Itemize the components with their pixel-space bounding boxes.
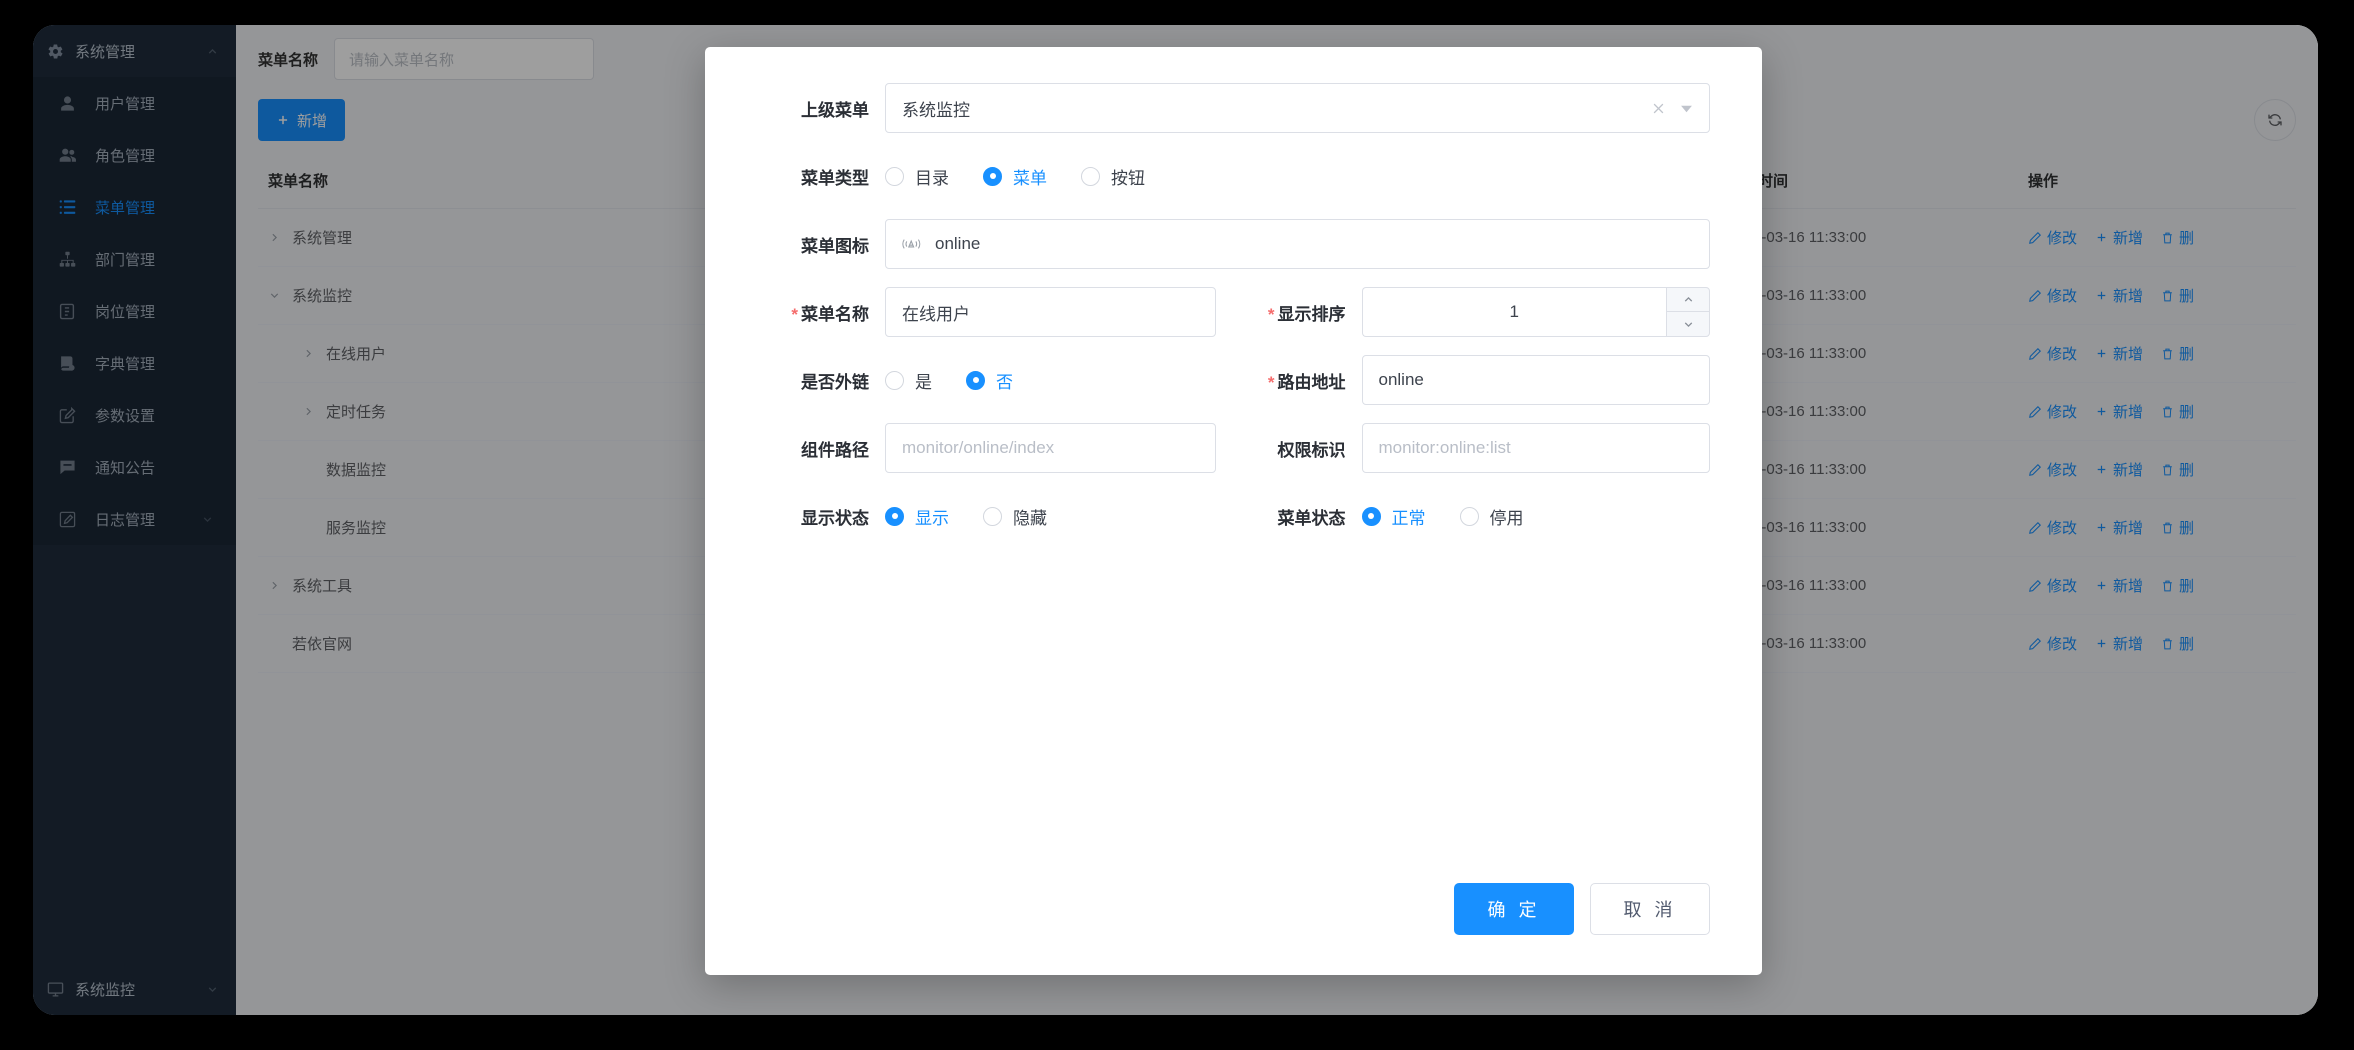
menu-icon-value: online — [935, 234, 981, 253]
component-path-label: 组件路径 — [801, 440, 869, 460]
row-component-perm: 组件路径 monitor/online/index 权限标识 monitor:o… — [757, 423, 1710, 473]
display-status-label: 显示状态 — [801, 508, 869, 528]
radio-dot — [885, 166, 904, 186]
radio-dot — [983, 166, 1002, 186]
menu-edit-dialog: 上级菜单 系统监控 菜单类型 目录 菜单 按钮 菜单图标 online * 菜单… — [705, 47, 1762, 975]
required-marker: * — [1267, 372, 1275, 392]
menu-type-option-button[interactable]: 按钮 — [1081, 164, 1145, 189]
menu-type-radio-group: 目录 菜单 按钮 — [885, 151, 1710, 201]
stepper-increase-button[interactable] — [1667, 288, 1709, 312]
field-component-path: 组件路径 monitor/online/index — [757, 423, 1234, 473]
row-name-order: * 菜单名称 在线用户 * 显示排序 1 — [757, 287, 1710, 337]
display-order-label: * 显示排序 — [1267, 304, 1346, 324]
chevron-down-icon[interactable] — [1680, 102, 1693, 115]
field-menu-icon: 菜单图标 online — [757, 219, 1710, 269]
display-order-value[interactable]: 1 — [1361, 287, 1666, 337]
cancel-button[interactable]: 取 消 — [1590, 883, 1710, 935]
route-path-input[interactable]: online — [1361, 355, 1710, 405]
route-path-value: online — [1378, 370, 1424, 389]
radio-dot — [1361, 506, 1381, 526]
field-menu-type: 菜单类型 目录 菜单 按钮 — [757, 151, 1710, 201]
menu-name-value: 在线用户 — [902, 304, 970, 324]
radio-dot — [1081, 166, 1100, 186]
close-icon[interactable] — [1651, 101, 1666, 116]
field-is-external: 是否外链 是 否 — [757, 355, 1234, 405]
menu-status-option-normal[interactable]: 正常 — [1361, 504, 1426, 529]
radio-dot — [966, 370, 985, 390]
display-status-option-show[interactable]: 显示 — [885, 504, 949, 529]
menu-type-option-directory[interactable]: 目录 — [885, 164, 949, 189]
is-external-label: 是否外链 — [801, 372, 869, 392]
display-status-radio-group: 显示 隐藏 — [885, 491, 1234, 541]
permission-key-label: 权限标识 — [1277, 440, 1346, 460]
route-path-label: * 路由地址 — [1267, 372, 1346, 392]
stepper-decrease-button[interactable] — [1667, 312, 1709, 336]
is-external-radio-group: 是 否 — [885, 355, 1234, 405]
field-menu-name: * 菜单名称 在线用户 — [757, 287, 1234, 337]
menu-status-label: 菜单状态 — [1277, 508, 1346, 528]
row-status: 显示状态 显示 隐藏 菜单状态 正常 停用 — [757, 491, 1710, 541]
radio-dot — [885, 370, 904, 390]
radio-label: 隐藏 — [1013, 508, 1047, 528]
radio-label: 菜单 — [1013, 168, 1047, 188]
component-path-value: monitor/online/index — [902, 438, 1055, 457]
online-signal-icon — [902, 236, 921, 252]
permission-key-value: monitor:online:list — [1378, 438, 1511, 457]
display-status-option-hide[interactable]: 隐藏 — [983, 504, 1047, 529]
required-marker: * — [791, 304, 798, 324]
field-permission-key: 权限标识 monitor:online:list — [1234, 423, 1710, 473]
menu-name-label: * 菜单名称 — [791, 304, 869, 324]
parent-menu-select[interactable]: 系统监控 — [885, 83, 1710, 133]
radio-dot — [1459, 506, 1479, 526]
required-marker: * — [1267, 304, 1275, 324]
field-display-status: 显示状态 显示 隐藏 — [757, 491, 1234, 541]
field-display-order: * 显示排序 1 — [1234, 287, 1710, 337]
menu-type-option-menu[interactable]: 菜单 — [983, 164, 1047, 189]
radio-label: 正常 — [1391, 508, 1426, 528]
application-window: 系统管理 用户管理 角色管理 菜单管理 部门管理 岗位管理 字典管理 参数设置 … — [33, 25, 2318, 1015]
radio-label: 否 — [996, 372, 1013, 392]
menu-name-input[interactable]: 在线用户 — [885, 287, 1216, 337]
radio-label: 按钮 — [1111, 168, 1145, 188]
radio-label: 停用 — [1489, 508, 1524, 528]
radio-label: 是 — [915, 372, 932, 392]
menu-status-radio-group: 正常 停用 — [1361, 491, 1711, 541]
is-external-option-no[interactable]: 否 — [966, 368, 1013, 393]
parent-menu-value: 系统监控 — [902, 100, 970, 120]
component-path-input[interactable]: monitor/online/index — [885, 423, 1216, 473]
menu-type-label: 菜单类型 — [801, 168, 869, 188]
menu-icon-input[interactable]: online — [885, 219, 1710, 269]
field-menu-status: 菜单状态 正常 停用 — [1234, 491, 1711, 541]
radio-dot — [983, 506, 1002, 526]
menu-icon-label: 菜单图标 — [801, 236, 869, 256]
radio-dot — [885, 506, 904, 526]
radio-label: 显示 — [915, 508, 949, 528]
parent-menu-label: 上级菜单 — [801, 100, 869, 120]
dialog-footer: 确 定 取 消 — [1454, 883, 1710, 935]
display-order-stepper[interactable]: 1 — [1361, 287, 1710, 337]
menu-status-option-disabled[interactable]: 停用 — [1459, 504, 1524, 529]
row-external-route: 是否外链 是 否 * 路由地址 online — [757, 355, 1710, 405]
radio-label: 目录 — [915, 168, 949, 188]
permission-key-input[interactable]: monitor:online:list — [1361, 423, 1710, 473]
field-parent-menu: 上级菜单 系统监控 — [757, 83, 1710, 133]
field-route-path: * 路由地址 online — [1234, 355, 1710, 405]
is-external-option-yes[interactable]: 是 — [885, 368, 932, 393]
confirm-button[interactable]: 确 定 — [1454, 883, 1574, 935]
